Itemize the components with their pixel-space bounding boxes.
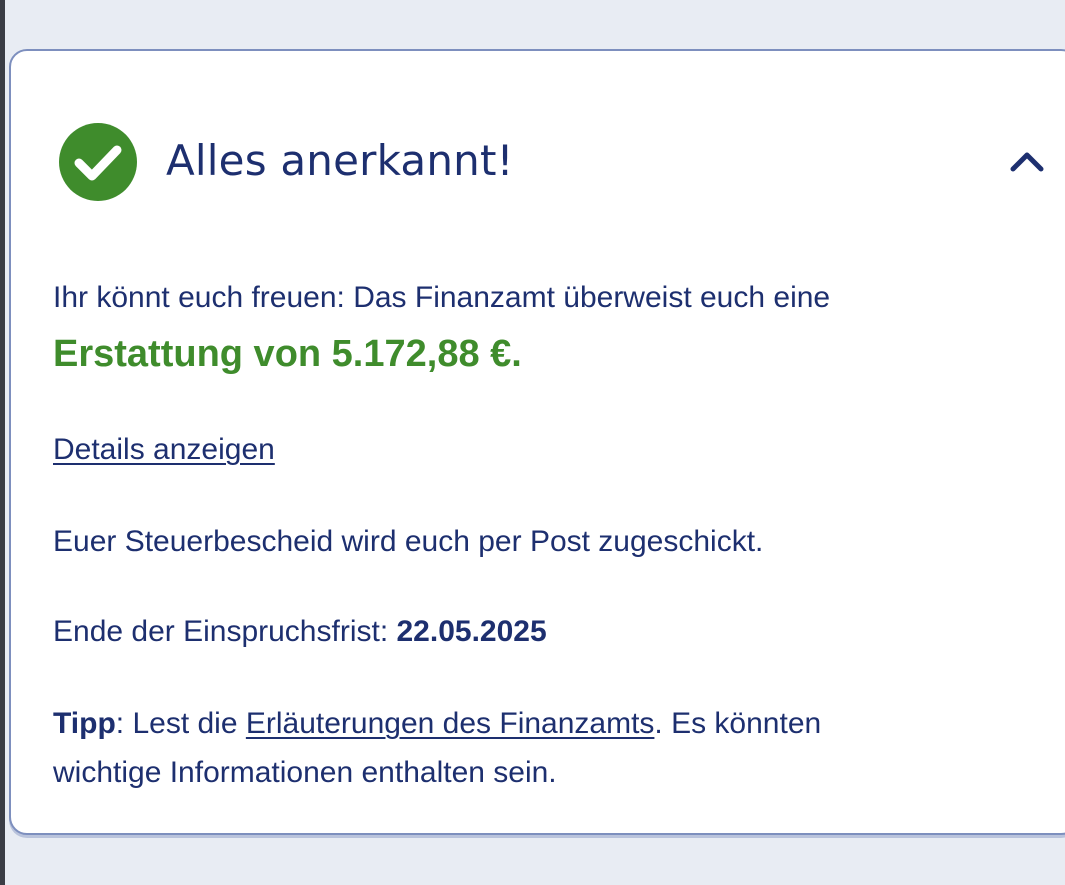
left-edge bbox=[0, 0, 5, 885]
tip-line-1: Tipp: Lest die Erläuterungen des Finanza… bbox=[53, 705, 821, 743]
tip-text-1: : Lest die bbox=[115, 707, 246, 740]
tip-line-2: wichtige Informationen enthalten sein. bbox=[53, 756, 557, 789]
chevron-up-icon[interactable] bbox=[1009, 149, 1045, 173]
deadline-label: Ende der Einspruchsfrist: bbox=[53, 615, 397, 648]
explanations-link[interactable]: Erläuterungen des Finanzamts bbox=[246, 707, 655, 740]
tip-text-2: . Es könnten bbox=[654, 707, 822, 740]
card-title: Alles anerkannt! bbox=[166, 136, 514, 185]
refund-amount: Erstattung von 5.172,88 €. bbox=[53, 333, 522, 375]
result-card: Alles anerkannt! Ihr könnt euch freuen: … bbox=[9, 49, 1065, 835]
post-notice: Euer Steuerbescheid wird euch per Post z… bbox=[53, 525, 764, 558]
bottom-strip bbox=[5, 848, 1065, 885]
deadline-line: Ende der Einspruchsfrist: 22.05.2025 bbox=[53, 613, 547, 651]
card-header[interactable]: Alles anerkannt! bbox=[11, 51, 1065, 221]
details-link[interactable]: Details anzeigen bbox=[53, 433, 275, 466]
deadline-date: 22.05.2025 bbox=[396, 615, 547, 648]
details-line: Details anzeigen bbox=[53, 431, 275, 469]
refund-intro: Ihr könnt euch freuen: Das Finanzamt übe… bbox=[53, 281, 831, 314]
check-circle-icon bbox=[59, 123, 137, 201]
tip-label: Tipp bbox=[53, 707, 116, 740]
